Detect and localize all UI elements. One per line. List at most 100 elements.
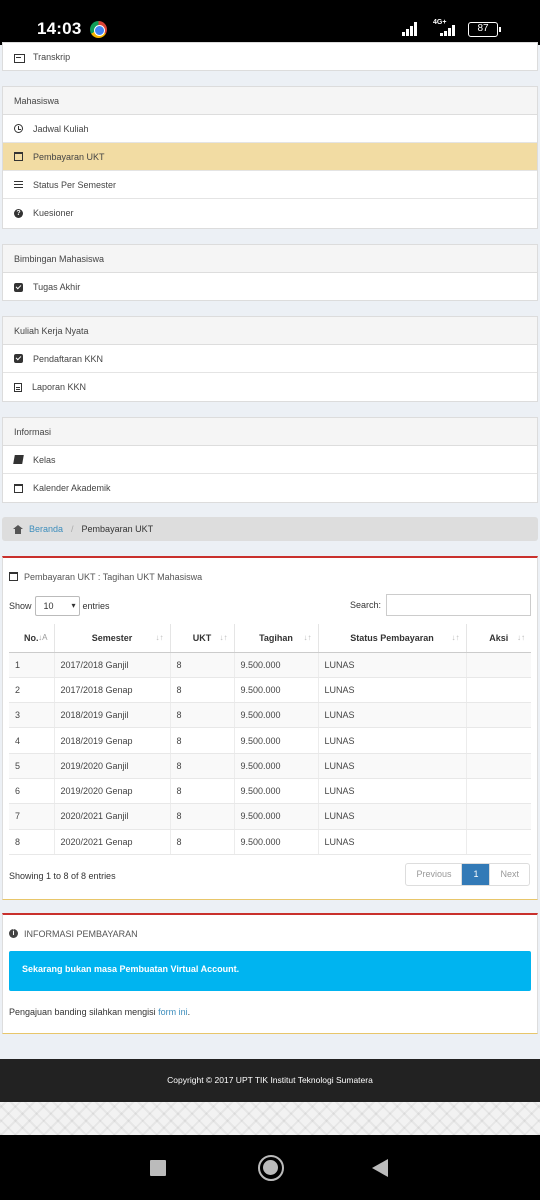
menu-item-kalender-akademik[interactable]: Kalender Akademik [3,474,537,502]
menu-item-label: Laporan KKN [32,382,87,392]
cell-aksi [466,829,531,855]
appeal-note: Pengajuan banding silahkan mengisi form … [9,1007,190,1017]
menu-header-bimbingan: Bimbingan Mahasiswa [3,245,537,273]
cell-tagihan: 9.500.000 [234,677,319,704]
cell-semester: 2017/2018 Ganjil [54,652,171,678]
cell-aksi [466,778,531,805]
table-controls: Show 10 entries Search: [9,594,531,616]
cell-ukt: 8 [170,829,235,855]
menu-item-label: Kuesioner [33,208,74,218]
cell-ukt: 8 [170,753,235,779]
cell-aksi [466,677,531,704]
menu-item-label: Pendaftaran KKN [33,353,104,364]
menu-header-kkn: Kuliah Kerja Nyata [3,317,537,345]
menu-item-label: Kalender Akademik [33,483,111,493]
table-header-row: No. ↓A Semester ↓↑ UKT ↓↑ Tagihan ↓↑ Status … [9,624,531,653]
menu-item-label: Kelas [33,454,56,465]
column-header-semester[interactable]: Semester ↓↑ [54,624,171,653]
list-bars-icon [14,180,23,189]
cell-tagihan: 9.500.000 [234,652,319,678]
chrome-icon [90,21,107,38]
column-header-ukt[interactable]: UKT ↓↑ [170,624,235,653]
breadcrumb-home[interactable]: Beranda [29,517,63,541]
cell-tagihan: 9.500.000 [234,753,319,779]
column-header-tagihan[interactable]: Tagihan ↓↑ [234,624,319,653]
book-icon [13,455,24,464]
menu-item-tugas-akhir[interactable]: Tugas Akhir [3,273,537,301]
menu-item-transkrip[interactable]: Transkrip [3,43,537,71]
breadcrumb-separator: / [71,524,74,534]
menu-item-status-per-semester[interactable]: Status Per Semester [3,171,537,199]
table-row: 7 2020/2021 Ganjil 8 9.500.000 LUNAS [9,803,531,830]
cell-no: 3 [9,702,55,729]
menu-card-kkn: Kuliah Kerja Nyata Pendaftaran KKN Lapor… [2,316,538,402]
pagination-page-1[interactable]: 1 [462,864,491,885]
menu-item-jadwal-kuliah[interactable]: Jadwal Kuliah [3,115,537,143]
cell-status: LUNAS [318,803,467,830]
cell-status: LUNAS [318,727,467,754]
document-icon [14,382,22,392]
info-icon: i [9,929,18,938]
appeal-form-link[interactable]: form ini [158,1007,188,1017]
list-icon [14,53,25,63]
sort-icon: ↓↑ [303,633,312,642]
menu-item-pendaftaran-kkn[interactable]: Pendaftaran KKN [3,345,537,373]
sort-icon: ↓↑ [517,633,525,642]
footer: Copyright © 2017 UPT TIK Institut Teknol… [0,1059,540,1102]
cell-aksi [466,727,531,754]
table-info: Showing 1 to 8 of 8 entries [9,871,116,881]
sort-icon: ↓↑ [451,633,460,642]
cell-no: 5 [9,753,55,779]
menu-item-laporan-kkn[interactable]: Laporan KKN [3,373,537,401]
column-header-status[interactable]: Status Pembayaran ↓↑ [318,624,467,653]
column-label: Semester [91,632,133,643]
pagination-next[interactable]: Next [490,864,529,885]
cell-tagihan: 9.500.000 [234,829,319,855]
cell-aksi [466,753,531,779]
entries-select[interactable]: 10 [34,596,80,616]
menu-item-pembayaran-ukt[interactable]: Pembayaran UKT [3,143,537,171]
cell-no: 6 [9,778,55,805]
sort-icon: ↓A [38,633,48,642]
pagination-previous[interactable]: Previous [406,864,463,885]
cell-aksi [466,652,531,678]
menu-item-kuesioner[interactable]: ? Kuesioner [3,199,537,227]
recents-icon[interactable] [150,1160,166,1176]
cell-no: 1 [9,652,55,678]
home-button-icon[interactable] [258,1155,284,1181]
cell-status: LUNAS [318,778,467,805]
menu-item-label: Jadwal Kuliah [33,123,89,134]
cell-ukt: 8 [170,652,235,678]
cell-status: LUNAS [318,652,467,678]
column-label: UKT [192,632,212,643]
menu-item-kelas[interactable]: Kelas [3,446,537,474]
back-icon[interactable] [372,1159,388,1177]
menu-header-mahasiswa: Mahasiswa [3,87,537,115]
home-icon [13,524,23,534]
status-bar: 14:03 4G+ 87 [0,0,540,45]
sort-icon: ↓↑ [155,633,164,642]
checkbox-icon [14,354,23,363]
cell-ukt: 8 [170,778,235,805]
cell-no: 4 [9,727,55,754]
cell-status: LUNAS [318,702,467,729]
table-row: 1 2017/2018 Ganjil 8 9.500.000 LUNAS [9,652,531,678]
info-box-title: i INFORMASI PEMBAYARAN [3,915,537,943]
entries-length: Show 10 entries [9,596,110,616]
clock-icon [14,124,23,133]
entries-label: entries [82,601,110,611]
search-input[interactable] [386,594,531,616]
breadcrumb: Beranda / Pembayaran UKT [2,517,538,541]
appeal-note-text: Pengajuan banding silahkan mengisi [9,1007,159,1017]
menu-item-label: Tugas Akhir [33,282,81,292]
column-header-aksi[interactable]: Aksi ↓↑ [466,624,531,653]
signal-icon [402,22,417,36]
cell-semester: 2018/2019 Ganjil [54,702,171,729]
cell-semester: 2018/2019 Genap [54,727,171,754]
payment-box: Pembayaran UKT : Tagihan UKT Mahasiswa S… [2,556,538,900]
info-alert: Sekarang bukan masa Pembuatan Virtual Ac… [9,951,531,991]
search-label: Search: [349,600,381,610]
sort-icon: ↓↑ [219,633,228,642]
column-header-no[interactable]: No. ↓A [9,624,55,653]
cell-semester: 2017/2018 Genap [54,677,171,704]
